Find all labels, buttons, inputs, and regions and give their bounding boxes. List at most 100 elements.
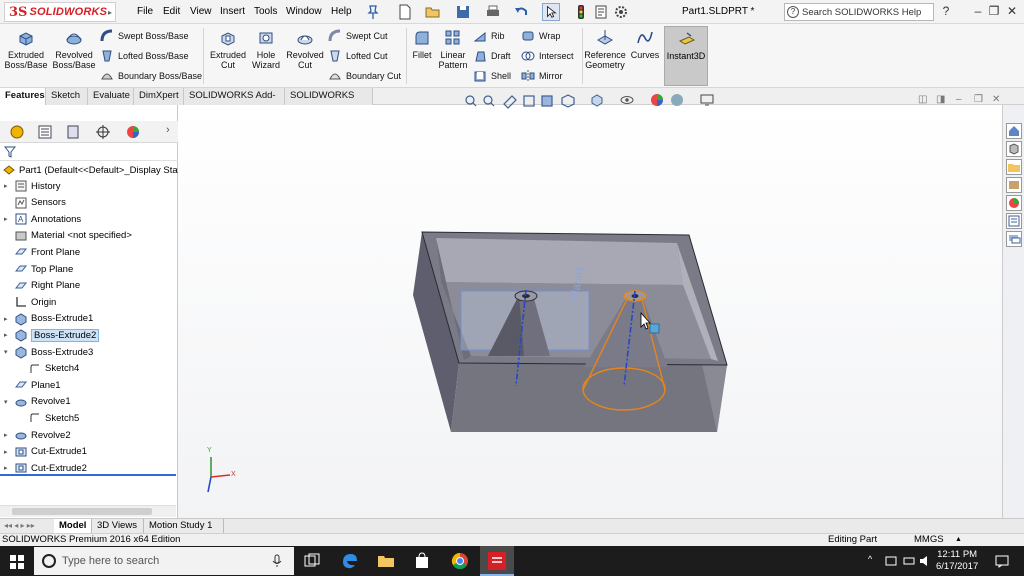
viewport-minimize-button[interactable]: – xyxy=(956,94,962,105)
expand-toggle-icon[interactable]: ▸ xyxy=(4,431,12,439)
viewport-close-button[interactable]: ✕ xyxy=(992,94,1000,105)
wrap-button[interactable]: Wrap xyxy=(521,29,560,43)
new-document-icon[interactable] xyxy=(396,3,414,21)
rib-button[interactable]: Rib xyxy=(473,29,505,43)
configuration-manager-tab-icon[interactable] xyxy=(60,124,86,140)
tree-item-boss-extrude2[interactable]: ▸ Boss-Extrude2 xyxy=(4,327,100,343)
tab-dimxpert[interactable]: DimXpert xyxy=(134,88,184,105)
expand-toggle-icon[interactable]: ▾ xyxy=(4,348,12,356)
draft-button[interactable]: Draft xyxy=(473,49,511,63)
scrollbar-thumb[interactable] xyxy=(12,508,152,515)
forum-chat-icon[interactable] xyxy=(1006,231,1022,247)
chrome-icon[interactable] xyxy=(450,551,470,571)
tab-scroll-arrows-icon[interactable]: ◂◂ ◂ ▸ ▸▸ xyxy=(4,521,35,530)
part-model-3d[interactable] xyxy=(178,105,1002,518)
options-gear-icon[interactable] xyxy=(612,3,630,21)
revolved-cut-button[interactable]: Revolved Cut xyxy=(286,28,324,70)
edge-browser-icon[interactable] xyxy=(340,551,360,571)
custom-properties-icon[interactable] xyxy=(1006,213,1022,229)
network-icon[interactable] xyxy=(902,554,916,568)
print-icon[interactable] xyxy=(484,3,502,21)
feature-tree-filter[interactable] xyxy=(0,143,178,161)
pin-icon[interactable] xyxy=(364,3,382,21)
store-icon[interactable] xyxy=(412,551,432,571)
tree-item-front-plane[interactable]: Front Plane xyxy=(4,244,80,260)
graphics-area[interactable]: ◫ ◨ – ❐ ✕ Plane1 Y X xyxy=(178,94,1002,518)
volume-speaker-icon[interactable] xyxy=(918,554,932,568)
horizontal-scrollbar[interactable] xyxy=(0,505,176,517)
action-center-notification-icon[interactable] xyxy=(994,554,1010,568)
file-explorer-taskbar-icon[interactable] xyxy=(376,551,396,571)
taskbar-search-input[interactable]: Type here to search xyxy=(34,547,294,575)
menu-file[interactable]: File xyxy=(137,6,153,17)
revolved-boss-button[interactable]: Revolved Boss/Base xyxy=(52,28,96,70)
tab-3d-views[interactable]: 3D Views xyxy=(92,519,144,533)
tree-item-sensors[interactable]: Sensors xyxy=(4,195,66,211)
tree-item-cut-extrude1[interactable]: ▸ Cut-Extrude1 xyxy=(4,444,87,460)
lofted-boss-button[interactable]: Lofted Boss/Base xyxy=(100,49,189,63)
tree-item-material-not-specified[interactable]: Material <not specified> xyxy=(4,228,132,244)
tree-item-revolve2[interactable]: ▸ Revolve2 xyxy=(4,427,71,443)
chevron-right-icon[interactable]: › xyxy=(166,124,170,136)
viewport-split-icon[interactable]: ◨ xyxy=(936,94,945,105)
dimxpert-manager-tab-icon[interactable] xyxy=(90,124,116,140)
file-explorer-icon[interactable] xyxy=(1006,159,1022,175)
viewport-restore-button[interactable]: ❐ xyxy=(974,94,983,105)
intersect-button[interactable]: Intersect xyxy=(521,49,574,63)
tree-item-boss-extrude3[interactable]: ▾ Boss-Extrude3 xyxy=(4,344,93,360)
design-library-icon[interactable] xyxy=(1006,141,1022,157)
tree-root-part[interactable]: Part1 (Default<<Default>_Display State xyxy=(2,162,186,178)
close-button[interactable]: ✕ xyxy=(1004,4,1020,18)
appearances-icon[interactable] xyxy=(1006,195,1022,211)
tree-item-top-plane[interactable]: Top Plane xyxy=(4,261,73,277)
property-manager-tab-icon[interactable] xyxy=(32,124,58,140)
open-folder-icon[interactable] xyxy=(424,3,442,21)
fillet-button[interactable]: Fillet xyxy=(408,28,436,60)
linear-pattern-button[interactable]: Linear Pattern xyxy=(436,28,470,70)
tab-solidworks-mbd[interactable]: SOLIDWORKS MBD xyxy=(285,88,373,117)
reference-geometry-button[interactable]: Reference Geometry xyxy=(584,28,626,70)
tree-item-origin[interactable]: Origin xyxy=(4,294,56,310)
undo-icon[interactable] xyxy=(512,3,530,21)
units-dropdown-icon[interactable]: ▲ xyxy=(955,534,962,546)
solidworks-logo-button[interactable]: 3S SOLIDWORKS ▸ xyxy=(4,2,116,22)
menu-help[interactable]: Help xyxy=(331,6,352,17)
expand-toggle-icon[interactable]: ▸ xyxy=(4,448,12,456)
expand-toggle-icon[interactable]: ▸ xyxy=(4,464,12,472)
windows-start-icon[interactable] xyxy=(9,554,25,570)
tree-item-boss-extrude1[interactable]: ▸ Boss-Extrude1 xyxy=(4,311,93,327)
viewport-tile-icon[interactable]: ◫ xyxy=(918,94,927,105)
tab-sketch[interactable]: Sketch xyxy=(46,88,88,105)
microphone-icon[interactable] xyxy=(272,554,282,568)
help-question-icon[interactable]: ? xyxy=(938,4,954,18)
units-selector[interactable]: MMGS xyxy=(914,534,944,546)
tree-item-sketch5[interactable]: Sketch5 xyxy=(18,410,79,426)
boundary-cut-button[interactable]: Boundary Cut xyxy=(328,69,401,83)
menu-window[interactable]: Window xyxy=(286,6,322,17)
restore-button[interactable]: ❐ xyxy=(986,4,1002,18)
feature-tree-tab-icon[interactable] xyxy=(4,124,30,140)
curves-button[interactable]: Curves xyxy=(628,28,662,60)
menu-view[interactable]: View xyxy=(190,6,212,17)
view-palette-icon[interactable] xyxy=(1006,177,1022,193)
swept-boss-button[interactable]: Swept Boss/Base xyxy=(100,29,189,43)
tray-chevron-up-icon[interactable]: ^ xyxy=(868,554,872,564)
rollback-bar[interactable] xyxy=(0,474,176,476)
tray-app-icon[interactable] xyxy=(884,554,898,568)
tree-item-sketch4[interactable]: Sketch4 xyxy=(18,361,79,377)
select-cursor-icon[interactable] xyxy=(542,3,560,21)
home-icon[interactable] xyxy=(1006,123,1022,139)
extruded-cut-button[interactable]: Extruded Cut xyxy=(208,28,248,70)
instant3d-button[interactable]: Instant3D xyxy=(664,26,708,86)
menu-tools[interactable]: Tools xyxy=(254,6,277,17)
taskbar-clock[interactable]: 12:11 PM 6/17/2017 xyxy=(936,549,978,573)
tree-item-annotations[interactable]: ▸ A Annotations xyxy=(4,211,81,227)
tree-item-history[interactable]: ▸ History xyxy=(4,178,61,194)
mirror-button[interactable]: Mirror xyxy=(521,69,563,83)
expand-toggle-icon[interactable]: ▸ xyxy=(4,182,12,190)
lofted-cut-button[interactable]: Lofted Cut xyxy=(328,49,388,63)
boundary-boss-button[interactable]: Boundary Boss/Base xyxy=(100,69,202,83)
expand-toggle-icon[interactable]: ▾ xyxy=(4,398,12,406)
tab-evaluate[interactable]: Evaluate xyxy=(88,88,134,105)
minimize-button[interactable]: – xyxy=(970,4,986,18)
